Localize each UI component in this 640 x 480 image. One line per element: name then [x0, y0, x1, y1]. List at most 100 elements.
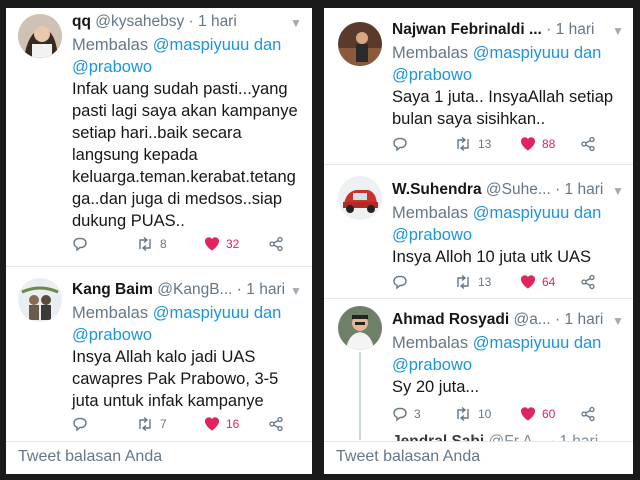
tweet-card[interactable]: Kang Baim @KangB... · 1 hari ▼ Membalas … — [6, 266, 312, 443]
retweet-button[interactable]: 7 — [136, 416, 167, 432]
author-handle[interactable]: @kysahebsy — [95, 13, 184, 30]
tweet-actions: 13 64 — [392, 274, 622, 294]
heart-icon — [520, 275, 536, 289]
author-handle[interactable]: @Suhe... — [486, 181, 551, 198]
timestamp[interactable]: 1 hari — [556, 21, 595, 38]
avatar[interactable] — [18, 14, 62, 58]
share-button[interactable] — [268, 416, 284, 432]
timestamp[interactable]: 1 hari — [246, 281, 285, 298]
reply-context: Membalas @maspiyuuu dan @prabowo — [72, 304, 282, 344]
author-name[interactable]: W.Suhendra — [392, 181, 482, 198]
mention-link[interactable]: @maspiyuuu dan — [473, 44, 602, 62]
like-count: 16 — [226, 416, 240, 431]
tweet-card[interactable]: W.Suhendra @Suhe... · 1 hari ▼ Membalas … — [324, 164, 633, 299]
left-reply-panel: qq @kysahebsy · 1 hari ▼ Membalas @maspi… — [6, 8, 312, 474]
share-button[interactable] — [268, 236, 284, 252]
reply-icon — [73, 237, 87, 252]
author-name[interactable]: qq — [72, 13, 91, 30]
like-count: 32 — [226, 236, 240, 251]
reply-button[interactable] — [392, 274, 408, 290]
author-name[interactable]: Najwan Febrinaldi ... — [392, 21, 542, 38]
chevron-down-icon[interactable]: ▼ — [612, 24, 624, 38]
avatar[interactable] — [338, 22, 382, 66]
thread-line — [359, 352, 361, 440]
mention-link[interactable]: @prabowo — [392, 356, 472, 374]
heart-icon — [204, 237, 220, 251]
retweet-icon — [139, 236, 151, 252]
avatar[interactable] — [18, 278, 62, 322]
chevron-down-icon[interactable]: ▼ — [290, 16, 302, 30]
tweet-text: Insya Allah kalo jadi UAS cawapres Pak P… — [72, 348, 279, 410]
reply-button[interactable]: 3 — [392, 406, 421, 422]
mention-link[interactable]: @maspiyuuu dan — [153, 36, 282, 54]
retweet-count: 7 — [160, 417, 167, 431]
retweet-count: 10 — [478, 407, 492, 421]
share-button[interactable] — [580, 274, 596, 290]
retweet-button[interactable]: 10 — [454, 406, 491, 422]
like-button[interactable]: 88 — [520, 136, 555, 151]
author-handle[interactable]: @a... — [513, 311, 550, 328]
mention-link[interactable]: @maspiyuuu dan — [473, 204, 602, 222]
reply-button[interactable] — [72, 236, 88, 252]
tweet-text: Infak uang sudah pasti...yang pasti lagi… — [72, 80, 298, 230]
mention-link[interactable]: @maspiyuuu dan — [473, 334, 602, 352]
avatar[interactable] — [338, 176, 382, 220]
author-handle[interactable]: @KangB... — [157, 281, 232, 298]
mention-link[interactable]: @maspiyuuu dan — [153, 304, 282, 322]
heart-icon — [520, 407, 536, 421]
reply-button[interactable] — [72, 416, 88, 432]
reply-button[interactable] — [392, 136, 408, 152]
like-button[interactable]: 64 — [520, 274, 555, 289]
like-count: 88 — [542, 136, 556, 151]
mention-link[interactable]: @prabowo — [392, 66, 472, 84]
mention-link[interactable]: @prabowo — [72, 326, 152, 344]
tweet-card[interactable]: qq @kysahebsy · 1 hari ▼ Membalas @maspi… — [6, 8, 312, 267]
share-button[interactable] — [580, 406, 596, 422]
reply-icon — [393, 275, 407, 290]
timestamp[interactable]: 1 hari — [565, 181, 604, 198]
share-icon — [581, 274, 595, 290]
retweet-icon — [457, 406, 469, 422]
heart-icon — [204, 417, 220, 431]
chevron-down-icon[interactable]: ▼ — [612, 184, 624, 198]
reply-input-placeholder[interactable]: Tweet balasan Anda — [18, 448, 162, 466]
tweet-actions: 13 88 — [392, 136, 622, 156]
like-button[interactable]: 16 — [204, 416, 239, 431]
reply-composer[interactable]: Tweet balasan Anda — [6, 441, 312, 474]
share-button[interactable] — [580, 136, 596, 152]
reply-icon — [73, 417, 87, 432]
tweet-actions: 3 10 60 — [392, 406, 622, 426]
chevron-down-icon[interactable]: ▼ — [290, 284, 302, 298]
mention-link[interactable]: @prabowo — [72, 58, 152, 76]
chevron-down-icon[interactable]: ▼ — [612, 314, 624, 328]
tweet-card[interactable]: Najwan Febrinaldi ... · 1 hari ▼ Membala… — [324, 8, 633, 165]
timestamp[interactable]: 1 hari — [565, 311, 604, 328]
tweet-text: Saya 1 juta.. InsyaAllah setiap bulan sa… — [392, 88, 614, 128]
tweet-actions: 7 16 — [72, 416, 302, 436]
author-name[interactable]: Ahmad Rosyadi — [392, 311, 509, 328]
right-reply-panel: Najwan Febrinaldi ... · 1 hari ▼ Membala… — [324, 8, 633, 474]
heart-icon — [520, 137, 536, 151]
like-count: 60 — [542, 406, 556, 421]
reply-icon — [393, 407, 407, 422]
like-button[interactable]: 32 — [204, 236, 239, 251]
reply-composer[interactable]: Tweet balasan Anda — [324, 441, 633, 474]
avatar[interactable] — [338, 306, 382, 350]
retweet-count: 13 — [478, 275, 492, 289]
retweet-icon — [457, 274, 469, 290]
retweet-button[interactable]: 8 — [136, 236, 167, 252]
tweet-actions: 8 32 — [72, 236, 302, 256]
retweet-icon — [457, 136, 469, 152]
like-count: 64 — [542, 274, 556, 289]
reply-context: Membalas @maspiyuuu dan @prabowo — [72, 36, 282, 76]
tweet-text: Sy 20 juta... — [392, 378, 480, 396]
retweet-button[interactable]: 13 — [454, 274, 491, 290]
share-icon — [269, 236, 283, 252]
author-name[interactable]: Kang Baim — [72, 281, 153, 298]
timestamp[interactable]: 1 hari — [198, 13, 237, 30]
reply-input-placeholder[interactable]: Tweet balasan Anda — [336, 448, 480, 466]
mention-link[interactable]: @prabowo — [392, 226, 472, 244]
retweet-count: 8 — [160, 237, 167, 251]
like-button[interactable]: 60 — [520, 406, 555, 421]
retweet-button[interactable]: 13 — [454, 136, 491, 152]
